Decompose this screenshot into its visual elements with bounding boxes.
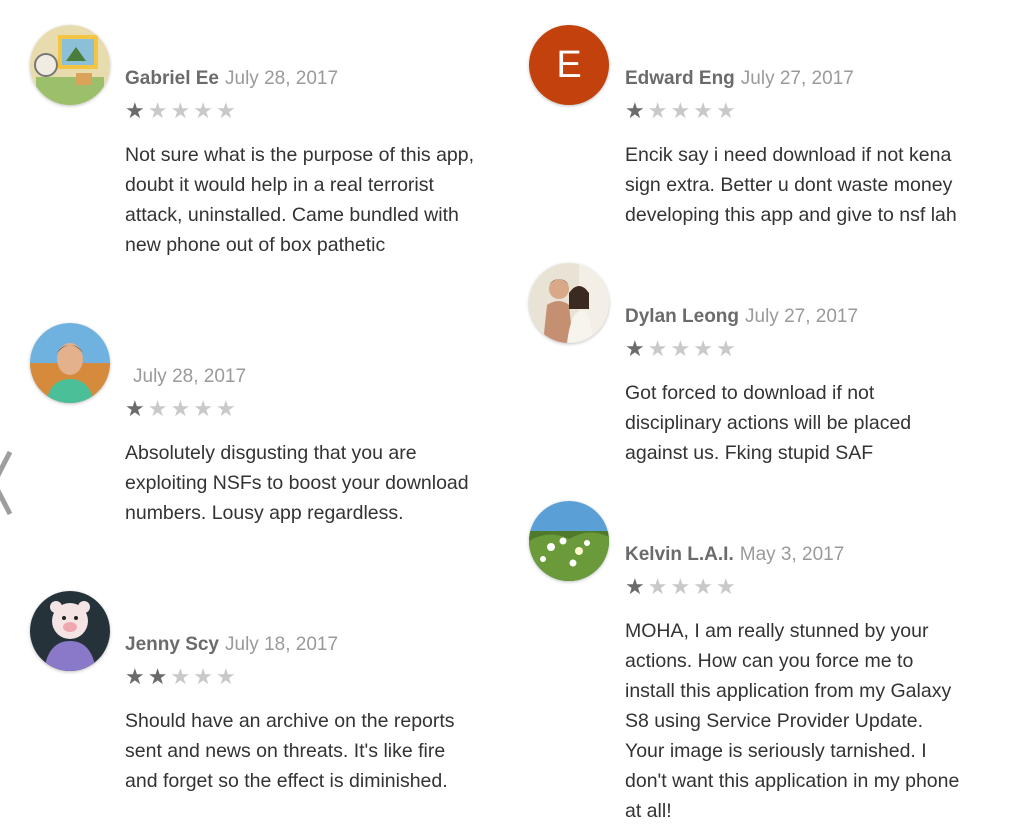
review-author[interactable]: Edward Eng — [625, 68, 735, 89]
star-filled-icon: ★ — [125, 396, 145, 421]
review-text: Encik say i need download if not kena si… — [625, 144, 957, 226]
plush-toy-avatar-icon[interactable] — [30, 591, 110, 671]
review-date: July 28, 2017 — [225, 68, 339, 89]
star-filled-icon: ★ — [125, 664, 145, 689]
review-date: July 18, 2017 — [225, 634, 339, 655]
star-rating: ★ ★ ★ ★ ★ — [625, 338, 736, 360]
star-filled-icon: ★ — [625, 574, 645, 599]
star-empty-icon: ★ — [670, 574, 691, 599]
person-desert-avatar-icon[interactable] — [30, 323, 110, 403]
star-rating: ★ ★ ★ ★ ★ — [625, 100, 736, 122]
star-empty-icon: ★ — [215, 98, 236, 123]
review-author[interactable]: Gabriel Ee — [125, 68, 219, 89]
star-empty-icon: ★ — [715, 574, 736, 599]
star-filled-icon: ★ — [625, 98, 645, 123]
star-empty-icon: ★ — [693, 336, 713, 361]
star-empty-icon: ★ — [147, 396, 168, 421]
star-rating: ★ ★ ★ ★ ★ — [125, 398, 236, 420]
review-text: Absolutely disgusting that you are explo… — [125, 442, 469, 524]
star-empty-icon: ★ — [215, 664, 236, 689]
star-empty-icon: ★ — [170, 98, 191, 123]
star-rating: ★ ★ ★ ★ ★ — [125, 100, 236, 122]
star-empty-icon: ★ — [670, 336, 691, 361]
painting-avatar-icon[interactable] — [30, 25, 110, 105]
star-empty-icon: ★ — [193, 396, 213, 421]
star-empty-icon: ★ — [715, 336, 736, 361]
star-empty-icon: ★ — [693, 98, 713, 123]
couple-photo-avatar-icon[interactable] — [529, 263, 609, 343]
review-author[interactable]: Kelvin L.A.I. — [625, 544, 734, 565]
star-empty-icon: ★ — [670, 98, 691, 123]
star-empty-icon: ★ — [647, 574, 668, 599]
star-empty-icon: ★ — [193, 98, 213, 123]
star-filled-icon: ★ — [125, 98, 145, 123]
review-author[interactable]: Jenny Scy — [125, 634, 219, 655]
review-date: May 3, 2017 — [739, 544, 845, 565]
star-empty-icon: ★ — [193, 664, 213, 689]
star-empty-icon: ★ — [215, 396, 236, 421]
review-text: Got forced to download if not disciplina… — [625, 382, 912, 464]
star-empty-icon: ★ — [170, 664, 191, 689]
star-rating: ★ ★ ★ ★ ★ — [625, 576, 736, 598]
star-empty-icon: ★ — [647, 336, 668, 361]
star-empty-icon: ★ — [715, 98, 736, 123]
chevron-left-icon[interactable] — [0, 448, 16, 518]
avatar-letter: E — [556, 43, 582, 86]
star-empty-icon: ★ — [170, 396, 191, 421]
star-empty-icon: ★ — [647, 98, 668, 123]
review-date: July 27, 2017 — [740, 68, 854, 89]
review-text: MOHA, I am really stunned by your action… — [625, 620, 960, 822]
star-empty-icon: ★ — [147, 98, 168, 123]
review-author[interactable]: Dylan Leong — [625, 306, 739, 327]
flowers-avatar-icon[interactable] — [529, 501, 609, 581]
review-date: July 27, 2017 — [745, 306, 859, 327]
star-rating: ★ ★ ★ ★ ★ — [125, 666, 236, 688]
review-text: Not sure what is the purpose of this app… — [125, 144, 475, 256]
star-filled-icon: ★ — [147, 664, 168, 689]
letter-avatar[interactable]: E — [529, 25, 609, 105]
review-date: July 28, 2017 — [133, 366, 247, 387]
star-filled-icon: ★ — [625, 336, 645, 361]
review-text: Should have an archive on the reports se… — [125, 710, 455, 792]
star-empty-icon: ★ — [693, 574, 713, 599]
